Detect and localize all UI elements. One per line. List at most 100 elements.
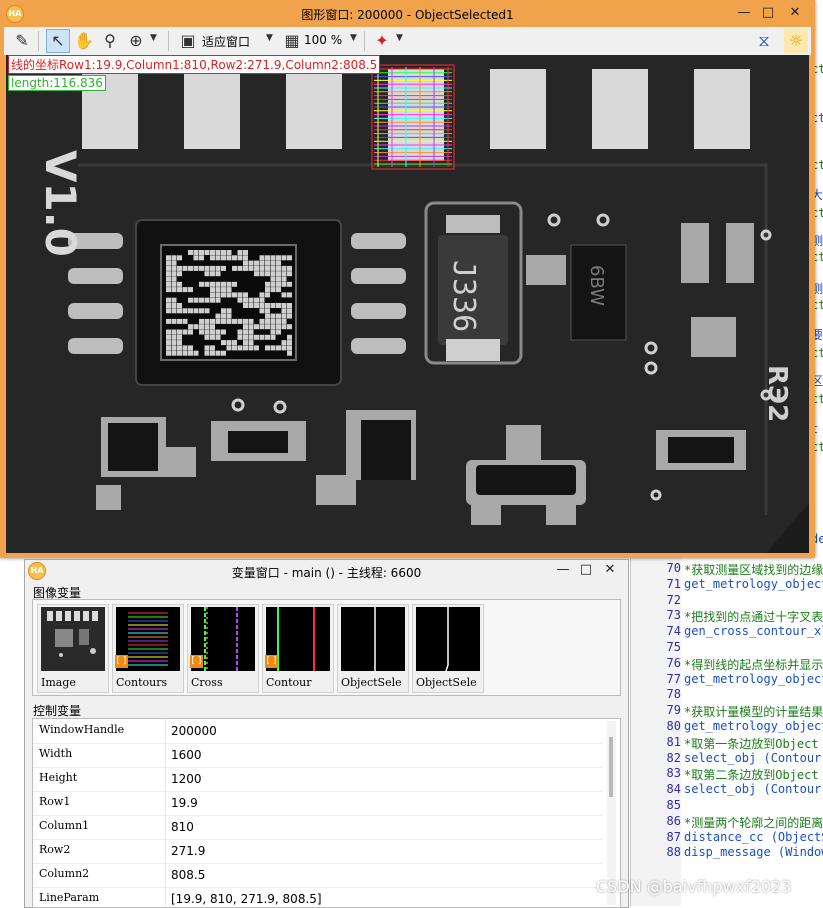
percent-dropdown-arrow-icon[interactable]: ▼ [350,33,357,43]
minimize-button[interactable]: — [733,4,755,22]
datamatrix-cell [254,345,259,351]
datamatrix-cell [254,271,259,277]
thumb-caption: Image [41,676,76,689]
control-variable-row[interactable]: Column1 810 [33,815,603,840]
zoom-in-icon[interactable]: ⊕ [124,29,148,53]
thumb-cross[interactable]: [ ] Cross [187,604,259,693]
datamatrix-cell [215,287,221,293]
magnifier-icon[interactable]: ⚲ [98,29,122,53]
datamatrix-cell [210,292,215,298]
datamatrix-cell [210,250,215,255]
control-variable-row[interactable]: Width 1600 [33,743,603,768]
datamatrix-cell [276,345,281,351]
datamatrix-cell [281,281,287,287]
fit-dropdown-arrow-icon[interactable]: ▼ [266,33,273,43]
datamatrix-cell [171,340,177,346]
datamatrix-cell [281,292,287,298]
datamatrix-cell [270,281,276,287]
graphics-window-titlebar[interactable]: HA 图形窗口: 200000 - ObjectSelected1 — □ ✕ [0,0,815,27]
close-button[interactable]: ✕ [599,561,621,579]
brush-dropdown-arrow-icon[interactable]: ▼ [396,33,403,43]
datamatrix-cell [166,265,171,271]
hand-pan-icon[interactable]: ✋ [72,29,96,53]
color-brush-icon[interactable]: ✦ [370,29,394,53]
maximize-button[interactable]: □ [575,561,597,579]
datamatrix-cell [237,292,243,298]
datamatrix-cell [254,260,259,266]
line-number: 80 [666,719,681,733]
datamatrix-cell [182,265,188,271]
datamatrix-cell [182,308,188,314]
control-variable-row[interactable]: Column2 808.5 [33,863,603,888]
variable-name: Column1 [39,819,90,832]
datamatrix-cell [215,334,221,340]
datamatrix-cell [254,265,259,271]
zoom-percent-icon[interactable]: ▦ [280,29,304,53]
datamatrix-cell [259,297,265,303]
line-number: 77 [666,671,681,686]
control-variable-row[interactable]: LineParam [19.9, 810, 271.9, 808.5] [33,887,603,907]
datamatrix-cell [210,297,215,303]
variable-name: LineParam [39,891,100,904]
visualization-settings-icon[interactable]: ⧖ [752,29,776,53]
xld-tag-icon: [ ] [265,655,278,668]
datamatrix-cell [265,303,270,308]
datamatrix-cell [259,255,265,261]
control-variable-row[interactable]: Height 1200 [33,767,603,792]
datamatrix-cell [287,313,292,319]
datamatrix-cell [210,350,215,356]
thumb-image[interactable]: Image [37,604,109,693]
datamatrix-cell [171,287,177,293]
datamatrix-cell [199,265,204,271]
datamatrix-cell [270,313,276,319]
datamatrix-cell [193,265,199,271]
thumb-contour[interactable]: [ ] Contour [262,604,334,693]
datamatrix-cell [232,318,237,324]
zoom-dropdown-arrow-icon[interactable]: ▼ [150,33,157,43]
datamatrix-cell [188,324,193,330]
edit-pencil-icon[interactable]: ✎ [10,29,34,53]
datamatrix-cell [177,345,182,351]
code-text: *测量两个轮廓之间的距离 [684,815,823,830]
datamatrix-cell [193,297,199,303]
variable-window-titlebar[interactable]: HA 变量窗口 - main () - 主线程: 6600 — □ ✕ [25,560,628,582]
datamatrix-cell [221,313,226,319]
control-variable-row[interactable]: Row2 271.9 [33,839,603,864]
fit-window-icon[interactable]: ▣ [176,29,200,53]
control-variable-row[interactable]: WindowHandle 200000 [33,719,603,744]
datamatrix-cell [237,318,243,324]
datamatrix-cell [281,303,287,308]
thumb-objectselected1[interactable]: ObjectSele [337,604,409,693]
datamatrix-cell [276,260,281,266]
datamatrix-cell [182,318,188,324]
datamatrix-cell [237,297,243,303]
datamatrix-cell [248,334,254,340]
datamatrix-cell [232,265,237,271]
zoom-fit-select[interactable]: 适应窗口 [202,33,250,50]
datamatrix-cell [259,308,265,314]
datamatrix-cell [281,324,287,330]
maximize-button[interactable]: □ [757,4,779,22]
datamatrix-cell [259,260,265,266]
pointer-icon[interactable]: ↖ [46,29,70,53]
control-variables-table: WindowHandle 200000 Width 1600 Height 1200 Row… [32,718,621,908]
datamatrix-cell [221,250,226,255]
datamatrix-cell [232,340,237,346]
graphics-window[interactable]: HA 图形窗口: 200000 - ObjectSelected1 — □ ✕ … [0,0,815,558]
thumb-objectselected2[interactable]: ObjectSele [412,604,484,693]
control-variable-row[interactable]: Row1 19.9 [33,791,603,816]
datamatrix-cell [243,292,248,298]
datamatrix-cell [270,255,276,261]
lightbulb-icon[interactable]: ☼ [784,29,808,53]
close-button[interactable]: ✕ [784,4,806,22]
variable-window[interactable]: HA 变量窗口 - main () - 主线程: 6600 — □ ✕ 图像变量… [24,559,629,908]
zoom-percent-select[interactable]: 100 % [304,33,342,47]
datamatrix-cell [215,329,221,335]
datamatrix-cell [281,340,287,346]
datamatrix-cell [287,345,292,351]
datamatrix-cell [171,308,177,314]
image-canvas[interactable]: V1.0 J336 6BW RЭ2 线的坐标Row1:19.9,Column1:… [6,55,809,553]
thumb-contours[interactable]: [ ] Contours [112,604,184,693]
scrollbar-thumb[interactable] [609,737,613,797]
minimize-button[interactable]: — [552,561,574,579]
